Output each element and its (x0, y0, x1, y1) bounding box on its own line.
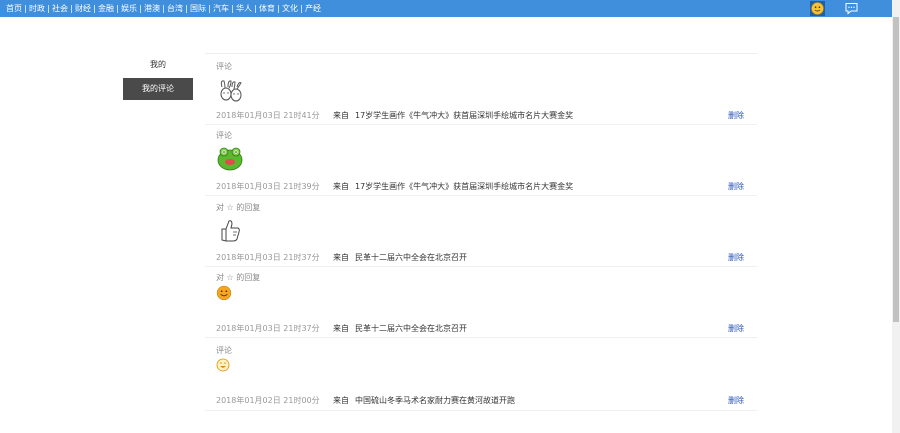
thumbs-sketch-icon (221, 220, 240, 242)
nav-item-finance[interactable]: 财经 (72, 0, 94, 17)
orange-smiley-icon (216, 285, 232, 301)
nav-item-industry[interactable]: 产经 (302, 0, 324, 17)
comment-source: 来自 民革十二届六中全会在北京召开 (333, 323, 467, 334)
rabbit-sketch-icon (220, 80, 242, 102)
source-article-link[interactable]: 民革十二届六中全会在北京召开 (355, 253, 467, 262)
nav-item-overseas-chinese[interactable]: 华人 (233, 0, 255, 17)
comment-timestamp: 2018年01月03日 21时41分 (216, 111, 320, 120)
channel-nav: 首页 时政 社会 财经 金融 娱乐 港澳 台湾 国际 汽车 华人 体育 文化 产… (3, 0, 324, 17)
vertical-scrollbar[interactable] (892, 0, 900, 433)
smiley-avatar-icon (811, 2, 824, 15)
comment-item: 对 ☆ 的回复 2018年01月03日 21时37分 来自 民革十二届六中全会在北… (205, 267, 757, 338)
source-article-link[interactable]: 中国硫山冬季马术名家耐力赛在黄河故道开跑 (355, 396, 515, 405)
comment-item: 评论 2018年01月03日 21时39分 来自 17岁学生画作《牛气冲大》获首届… (205, 125, 757, 196)
source-article-link[interactable]: 17岁学生画作《牛气冲大》获首届深圳手绘城市名片大赛金奖 (355, 111, 573, 120)
comment-source: 来自 民革十二届六中全会在北京召开 (333, 252, 467, 263)
nav-item-home[interactable]: 首页 (3, 0, 25, 17)
source-label: 来自 (333, 324, 349, 333)
source-article-link[interactable]: 17岁学生画作《牛气冲大》获首届深圳手绘城市名片大赛金奖 (355, 182, 573, 191)
source-label: 来自 (333, 396, 349, 405)
comment-type-label: 评论 (216, 131, 232, 140)
source-label: 来自 (333, 253, 349, 262)
laughing-smiley-icon (216, 358, 230, 372)
nav-item-hk-macao[interactable]: 港澳 (141, 0, 163, 17)
comment-timestamp: 2018年01月03日 21时37分 (216, 253, 320, 262)
nav-item-culture[interactable]: 文化 (279, 0, 301, 17)
nav-item-sports[interactable]: 体育 (256, 0, 278, 17)
comment-source: 来自 17岁学生画作《牛气冲大》获首届深圳手绘城市名片大赛金奖 (333, 181, 573, 192)
reply-type-label: 对 ☆ 的回复 (216, 203, 261, 212)
delete-comment-button[interactable]: 删除 (728, 323, 744, 334)
delete-comment-button[interactable]: 删除 (728, 181, 744, 192)
message-icon[interactable] (845, 2, 858, 15)
nav-item-politics[interactable]: 时政 (26, 0, 48, 17)
delete-comment-button[interactable]: 删除 (728, 252, 744, 263)
comment-source: 来自 中国硫山冬季马术名家耐力赛在黄河故道开跑 (333, 395, 515, 406)
reply-type-label: 对 ☆ 的回复 (216, 273, 261, 282)
comment-timestamp: 2018年01月03日 21时37分 (216, 324, 320, 333)
green-frog-icon (217, 147, 243, 171)
comment-item: 对 ☆ 的回复 2018年01月03日 21时37分 来自 民革十二届六中全会在北… (205, 196, 757, 267)
nav-item-taiwan[interactable]: 台湾 (164, 0, 186, 17)
nav-item-banking[interactable]: 金融 (95, 0, 117, 17)
user-avatar[interactable] (810, 1, 825, 16)
delete-comment-button[interactable]: 删除 (728, 110, 744, 121)
nav-item-entertainment[interactable]: 娱乐 (118, 0, 140, 17)
sidebar-title: 我的 (150, 60, 166, 69)
top-nav-bar: 首页 时政 社会 财经 金融 娱乐 港澳 台湾 国际 汽车 华人 体育 文化 产… (0, 0, 892, 17)
comment-item: 评论 2018年01月02日 21时00分 来自 中国硫山冬季马术名家耐力赛在黄河… (205, 338, 757, 411)
scrollbar-thumb[interactable] (893, 17, 899, 322)
comment-item: 评论 2018年01月03日 21时41分 来自 17岁学生画作《牛气冲大》获首届… (205, 54, 757, 125)
nav-item-auto[interactable]: 汽车 (210, 0, 232, 17)
comment-source: 来自 17岁学生画作《牛气冲大》获首届深圳手绘城市名片大赛金奖 (333, 110, 573, 121)
comment-type-label: 评论 (216, 62, 232, 71)
sidebar-item-my-comments[interactable]: 我的评论 (123, 78, 193, 100)
nav-item-world[interactable]: 国际 (187, 0, 209, 17)
source-label: 来自 (333, 111, 349, 120)
comment-timestamp: 2018年01月03日 21时39分 (216, 182, 320, 191)
delete-comment-button[interactable]: 删除 (728, 395, 744, 406)
comment-timestamp: 2018年01月02日 21时00分 (216, 396, 320, 405)
source-label: 来自 (333, 182, 349, 191)
comment-type-label: 评论 (216, 346, 232, 355)
nav-item-society[interactable]: 社会 (49, 0, 71, 17)
source-article-link[interactable]: 民革十二届六中全会在北京召开 (355, 324, 467, 333)
